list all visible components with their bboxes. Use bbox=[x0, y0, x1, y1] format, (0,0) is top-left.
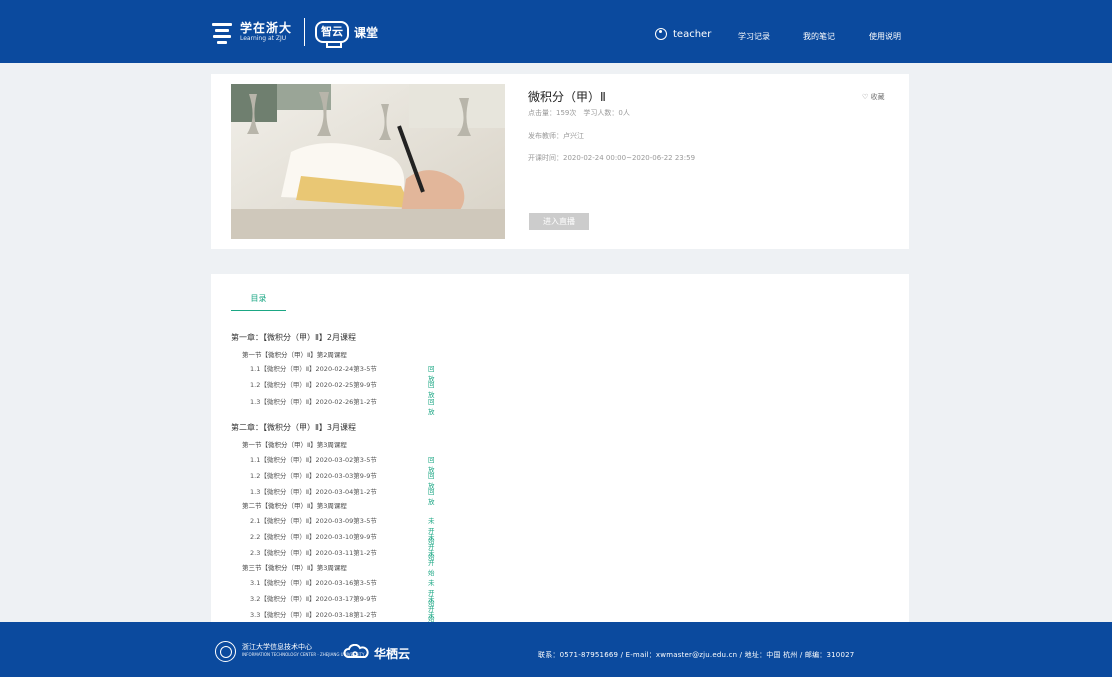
user-name: teacher bbox=[673, 28, 712, 40]
catalog-lesson[interactable]: 3.2【微积分（甲）Ⅱ】2020-03-17第9-9节 bbox=[250, 593, 377, 603]
favorite-button[interactable]: ♡ 收藏 bbox=[862, 92, 885, 102]
replay-link[interactable]: 回放 bbox=[428, 396, 435, 416]
catalog-lesson[interactable]: 1.2【微积分（甲）Ⅱ】2020-02-25第9-9节 bbox=[250, 379, 377, 389]
logo-icon bbox=[212, 21, 232, 44]
user-menu[interactable]: teacher bbox=[655, 28, 711, 40]
nav-instructions[interactable]: 使用说明 bbox=[869, 31, 901, 42]
course-teacher: 发布教师：卢兴江 bbox=[528, 132, 584, 140]
catalog-lesson[interactable]: 2.2【微积分（甲）Ⅱ】2020-03-10第9-9节 bbox=[250, 531, 377, 541]
catalog-section: 第一节【微积分（甲）Ⅱ】第3周课程 bbox=[242, 441, 347, 449]
learning-at-zju-logo[interactable]: 学在浙大 Learning at ZJU 智云 课堂 bbox=[212, 15, 378, 49]
course-title: 微积分（甲）Ⅱ bbox=[528, 90, 606, 104]
nav-study-record[interactable]: 学习记录 bbox=[738, 31, 770, 42]
enter-live-button[interactable]: 进入直播 bbox=[529, 213, 589, 230]
course-catalog: 目录 第一章：【微积分（甲）Ⅱ】2月课程 第一节【微积分（甲）Ⅱ】第2周课程 1.1… bbox=[211, 274, 909, 623]
catalog-lesson[interactable]: 1.1【微积分（甲）Ⅱ】2020-03-02第3-5节 bbox=[250, 454, 377, 464]
logo-divider bbox=[304, 18, 306, 46]
cloud-logo-icon bbox=[343, 644, 369, 658]
course-cover-image bbox=[231, 84, 505, 239]
catalog-lesson[interactable]: 1.3【微积分（甲）Ⅱ】2020-03-04第1-2节 bbox=[250, 486, 377, 496]
zhiyun-badge: 智云 bbox=[315, 21, 350, 48]
course-stats: 点击量：159次 学习人数：0人 bbox=[528, 109, 630, 117]
logo-subtext: Learning at ZJU bbox=[240, 34, 287, 42]
catalog-lesson[interactable]: 1.1【微积分（甲）Ⅱ】2020-02-24第3-5节 bbox=[250, 363, 377, 373]
catalog-section: 第三节【微积分（甲）Ⅱ】第3周课程 bbox=[242, 564, 347, 572]
catalog-chapter: 第一章：【微积分（甲）Ⅱ】2月课程 bbox=[231, 333, 357, 342]
university-seal-icon bbox=[215, 641, 236, 662]
catalog-lesson[interactable]: 2.3【微积分（甲）Ⅱ】2020-03-11第1-2节 bbox=[250, 547, 377, 557]
course-info-card: 微积分（甲）Ⅱ 点击量：159次 学习人数：0人 发布教师：卢兴江 开课时间：2… bbox=[211, 74, 909, 249]
site-footer: 浙江大学信息技术中心 INFORMATION TECHNOLOGY CENTER… bbox=[0, 622, 1112, 677]
catalog-chapter: 第二章：【微积分（甲）Ⅱ】3月课程 bbox=[231, 423, 357, 432]
footer-org-name: 浙江大学信息技术中心 bbox=[242, 643, 312, 651]
user-icon bbox=[655, 28, 667, 40]
classroom-logo-text: 课堂 bbox=[354, 25, 379, 40]
catalog-lesson[interactable]: 3.3【微积分（甲）Ⅱ】2020-03-18第1-2节 bbox=[250, 609, 377, 619]
catalog-section: 第二节【微积分（甲）Ⅱ】第3周课程 bbox=[242, 502, 347, 510]
top-header: 学在浙大 Learning at ZJU 智云 课堂 teacher 学习记录 … bbox=[0, 0, 1112, 63]
logo-text: 学在浙大 bbox=[240, 20, 293, 35]
catalog-lesson[interactable]: 3.1【微积分（甲）Ⅱ】2020-03-16第3-5节 bbox=[250, 577, 377, 587]
course-time: 开课时间：2020-02-24 00:00~2020-06-22 23:59 bbox=[528, 154, 696, 162]
replay-link[interactable]: 回放 bbox=[428, 486, 435, 506]
catalog-lesson[interactable]: 1.3【微积分（甲）Ⅱ】2020-02-26第1-2节 bbox=[250, 396, 377, 406]
catalog-section: 第一节【微积分（甲）Ⅱ】第2周课程 bbox=[242, 351, 347, 359]
catalog-lesson[interactable]: 1.2【微积分（甲）Ⅱ】2020-03-03第9-9节 bbox=[250, 470, 377, 480]
not-started-status: 未开始 bbox=[428, 549, 435, 577]
footer-contact: 联系：0571-87951669 / E-mail：xwmaster@zju.e… bbox=[538, 651, 855, 659]
not-started-status: 未开始 bbox=[428, 611, 435, 623]
catalog-lesson[interactable]: 2.1【微积分（甲）Ⅱ】2020-03-09第3-5节 bbox=[250, 515, 377, 525]
footer-brand: 华栖云 bbox=[374, 647, 411, 661]
tab-catalog[interactable]: 目录 bbox=[231, 293, 286, 311]
nav-my-notes[interactable]: 我的笔记 bbox=[803, 31, 835, 42]
